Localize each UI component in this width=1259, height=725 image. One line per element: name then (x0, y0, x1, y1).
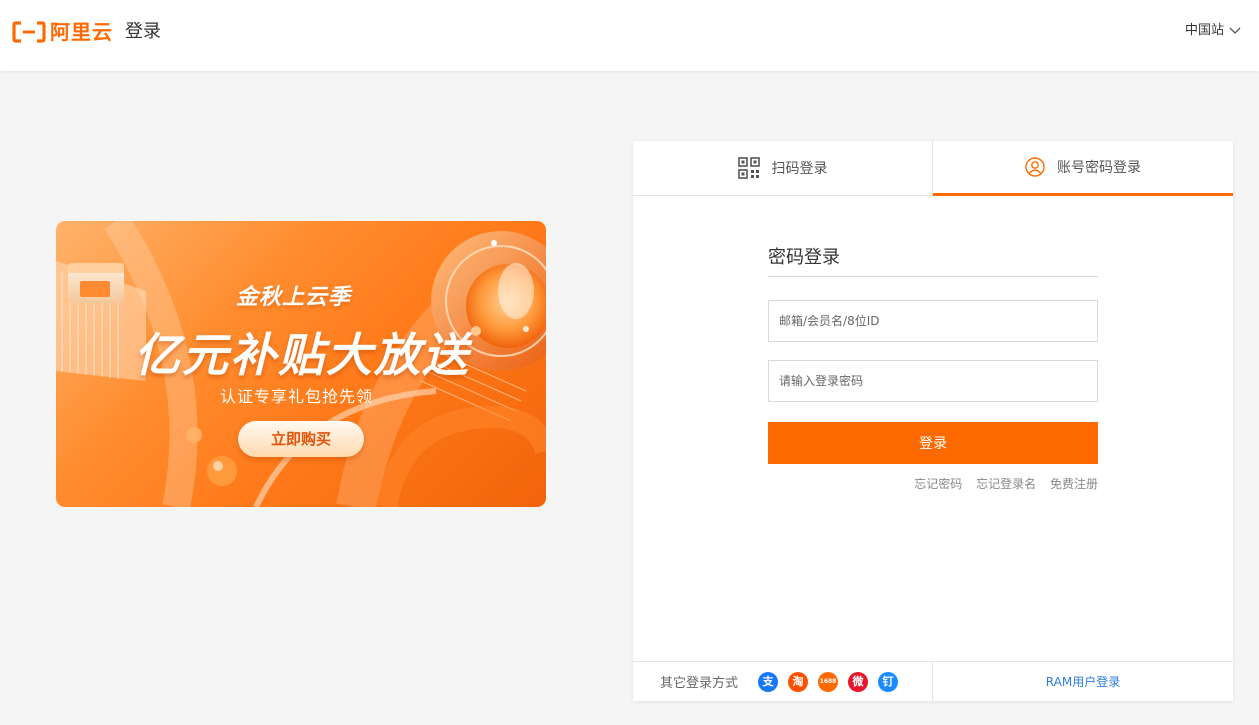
forgot-username-link[interactable]: 忘记登录名 (976, 477, 1036, 491)
buy-now-button[interactable]: 立即购买 (238, 421, 364, 457)
card-footer: 其它登录方式 支 淘 1688 微 钉 RAM用户登录 (633, 661, 1233, 701)
form-title: 密码登录 (768, 246, 1098, 277)
qrcode-icon (737, 157, 760, 179)
login-card: 扫码登录 账号密码登录 密码登录 登录 忘记密码 忘记登录名 免费注册 其它登录… (633, 141, 1233, 701)
banner-subtitle: 金秋上云季 (236, 285, 352, 310)
user-circle-icon (1025, 157, 1045, 177)
tab-password-login[interactable]: 账号密码登录 (933, 141, 1233, 196)
promo-banner[interactable]: 金秋上云季 亿元补贴大放送 认证专享礼包抢先领 立即购买 (56, 221, 546, 507)
site-selector-label: 中国站 (1184, 23, 1224, 38)
login-button[interactable]: 登录 (768, 422, 1098, 464)
top-header: 阿里云 登录 中国站 (0, 0, 1259, 71)
1688-icon[interactable]: 1688 (818, 671, 839, 692)
aliyun-logo-icon (12, 21, 46, 43)
alipay-icon[interactable]: 支 (758, 671, 779, 692)
tab-password-label: 账号密码登录 (1057, 160, 1141, 176)
logo-text: 阿里云 (50, 20, 113, 44)
dingtalk-icon[interactable]: 钉 (878, 671, 899, 692)
taobao-icon[interactable]: 淘 (788, 671, 809, 692)
username-input[interactable] (768, 300, 1098, 342)
page-title: 登录 (125, 21, 161, 42)
password-login-form: 密码登录 登录 忘记密码 忘记登录名 免费注册 (768, 246, 1098, 492)
site-selector[interactable]: 中国站 (1185, 22, 1241, 40)
aliyun-logo[interactable]: 阿里云 (12, 20, 113, 44)
forgot-password-link[interactable]: 忘记密码 (914, 477, 962, 491)
other-login-label: 其它登录方式 (660, 676, 739, 691)
tab-qrcode-label: 扫码登录 (771, 161, 828, 177)
chevron-down-icon (1229, 27, 1241, 34)
banner-headline: 亿元补贴大放送 (134, 328, 470, 382)
weibo-icon[interactable]: 微 (848, 671, 869, 692)
tab-qrcode-login[interactable]: 扫码登录 (633, 141, 933, 196)
banner-description: 认证专享礼包抢先领 (220, 387, 374, 406)
register-link[interactable]: 免费注册 (1050, 477, 1098, 491)
password-input[interactable] (768, 360, 1098, 402)
ram-user-login-link[interactable]: RAM用户登录 (933, 662, 1233, 701)
login-tabs: 扫码登录 账号密码登录 (633, 141, 1233, 196)
other-login-methods: 其它登录方式 支 淘 1688 微 钉 (633, 662, 933, 701)
form-links: 忘记密码 忘记登录名 免费注册 (768, 475, 1098, 492)
